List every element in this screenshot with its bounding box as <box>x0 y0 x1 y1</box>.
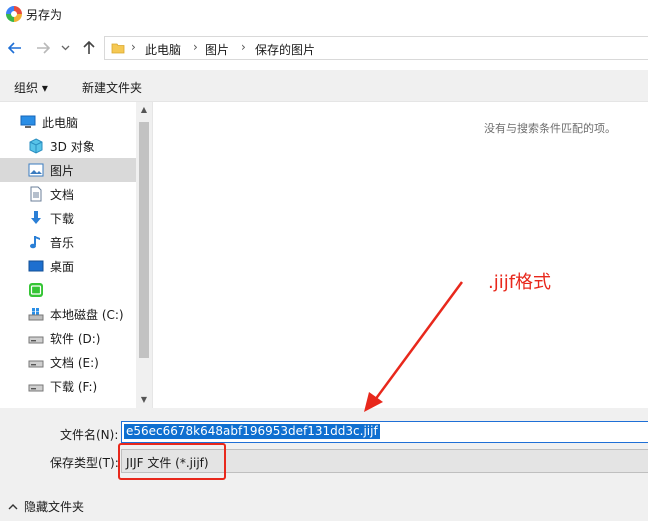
new-folder-button[interactable]: 新建文件夹 <box>82 79 142 96</box>
address-bar[interactable]: › 此电脑 › 图片 › 保存的图片 <box>104 36 648 60</box>
cube-3d-icon <box>29 138 43 154</box>
file-list-pane[interactable]: 没有与搜索条件匹配的项。 <box>152 102 648 408</box>
sidebar-item-music[interactable]: 音乐 <box>0 230 136 254</box>
sidebar-item-documents[interactable]: 文档 <box>0 182 136 206</box>
filename-selected-text: e56ec6678k648abf196953def131dd3c.jijf <box>124 424 380 439</box>
navigation-bar: › 此电脑 › 图片 › 保存的图片 <box>0 34 648 62</box>
forward-button[interactable] <box>32 34 54 62</box>
drive-icon <box>28 336 44 344</box>
sidebar-item-label: 软件 (D:) <box>50 332 101 346</box>
sidebar-item-downloads[interactable]: 下载 <box>0 206 136 230</box>
back-button[interactable] <box>4 34 26 62</box>
recent-locations-button[interactable] <box>58 34 72 62</box>
sidebar-item-this-pc[interactable]: 此电脑 <box>0 110 136 134</box>
filename-input[interactable]: e56ec6678k648abf196953def131dd3c.jijf <box>121 421 648 443</box>
save-type-highlight-box <box>118 443 226 480</box>
navigation-pane: 此电脑 3D 对象 图片 文档 下载 音乐 桌面 本地磁盘 (C:) 软件 (D… <box>0 102 152 408</box>
drive-icon <box>28 384 44 392</box>
app-logo-icon <box>6 6 22 22</box>
music-note-icon <box>30 236 40 249</box>
sidebar-item-label: 音乐 <box>50 236 75 250</box>
desktop-icon <box>28 260 44 272</box>
empty-results-message: 没有与搜索条件匹配的项。 <box>484 122 616 135</box>
breadcrumb-pictures[interactable]: 图片 <box>205 41 229 58</box>
sidebar-item-label: 本地磁盘 (C:) <box>50 308 124 322</box>
pictures-icon <box>28 163 44 177</box>
chevron-down-icon <box>61 45 69 51</box>
sidebar-item-drive-c[interactable]: 本地磁盘 (C:) <box>0 302 136 326</box>
sidebar-item-label: 文档 <box>50 188 75 202</box>
windows-drive-icon <box>28 308 44 321</box>
up-folder-button[interactable] <box>78 34 100 62</box>
sidebar-item-label: 3D 对象 <box>50 140 95 154</box>
hide-folders-label: 隐藏文件夹 <box>24 500 85 514</box>
breadcrumb-separator: › <box>193 40 198 54</box>
up-arrow-icon <box>83 41 95 54</box>
title-bar: 另存为 <box>0 0 648 28</box>
sidebar-item-drive-d[interactable]: 软件 (D:) <box>0 326 136 350</box>
scroll-down-button[interactable]: ▼ <box>136 392 152 408</box>
annotation-label: .jijf格式 <box>488 272 552 293</box>
sidebar-item-label: 桌面 <box>50 260 75 274</box>
sidebar-item-3d-objects[interactable]: 3D 对象 <box>0 134 136 158</box>
breadcrumb-saved-pictures[interactable]: 保存的图片 <box>255 41 315 58</box>
chevron-up-icon <box>8 504 18 510</box>
sidebar-item-desktop[interactable]: 桌面 <box>0 254 136 278</box>
breadcrumb-separator: › <box>241 40 246 54</box>
scroll-up-button[interactable]: ▲ <box>136 102 152 118</box>
save-type-label: 保存类型(T): <box>50 456 119 470</box>
folder-icon <box>111 43 125 54</box>
sidebar-item-label: 文档 (E:) <box>50 356 99 370</box>
download-arrow-icon <box>31 211 41 224</box>
breadcrumb-this-pc[interactable]: 此电脑 <box>145 41 181 58</box>
computer-icon <box>20 115 36 128</box>
window-title: 另存为 <box>26 8 63 22</box>
hide-folders-button[interactable]: 隐藏文件夹 <box>8 498 84 515</box>
sidebar-item-label: 下载 <box>50 212 75 226</box>
iqiyi-app-icon <box>29 283 43 297</box>
scrollbar-thumb[interactable] <box>139 122 149 358</box>
sidebar-item-iqiyi[interactable] <box>0 278 136 302</box>
sidebar-item-label: 下载 (F:) <box>50 380 98 394</box>
forward-arrow-icon <box>37 42 50 54</box>
filename-label: 文件名(N): <box>60 428 119 442</box>
breadcrumb-separator: › <box>131 40 136 54</box>
sidebar-item-pictures[interactable]: 图片 <box>0 158 136 182</box>
save-form: 文件名(N): e56ec6678k648abf196953def131dd3c… <box>0 408 648 521</box>
sidebar-item-label: 图片 <box>50 164 75 178</box>
document-icon <box>30 186 42 202</box>
sidebar-item-drive-e[interactable]: 文档 (E:) <box>0 350 136 374</box>
back-arrow-icon <box>8 42 21 54</box>
sidebar-item-drive-f[interactable]: 下载 (F:) <box>0 374 136 398</box>
toolbar: 组织 ▾ 新建文件夹 <box>0 70 648 102</box>
drive-icon <box>28 360 44 368</box>
sidebar-item-label: 此电脑 <box>42 116 79 130</box>
organize-button[interactable]: 组织 ▾ <box>14 79 48 96</box>
